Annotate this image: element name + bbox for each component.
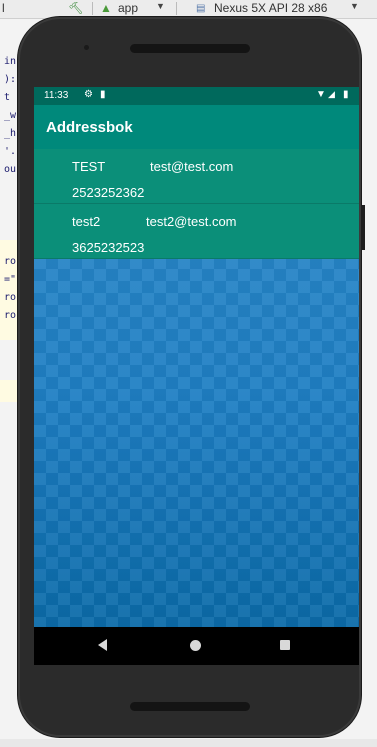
android-icon: ▲	[100, 1, 112, 15]
wifi-icon: ▼	[316, 89, 326, 100]
code-line: ro	[4, 310, 17, 321]
contact-phone: 3625232523	[72, 240, 145, 255]
device-icon: ▤	[196, 3, 206, 14]
navigation-bar	[34, 627, 359, 665]
run-config-dropdown-icon[interactable]: ▼	[156, 1, 165, 11]
battery-icon: ▮	[343, 89, 349, 100]
code-line: ou	[4, 164, 17, 175]
code-line: ="	[4, 274, 17, 285]
back-icon[interactable]	[98, 639, 107, 651]
contact-name: test2	[72, 214, 101, 229]
code-line: ro	[4, 292, 17, 303]
list-item[interactable]: TEST test@test.com 2523252362	[34, 149, 359, 204]
toolbar-divider	[92, 2, 93, 15]
status-bar: 11:33 ⚙ ▮ ▼ ◢ ▮	[34, 87, 359, 105]
status-time: 11:33	[44, 90, 69, 101]
power-button[interactable]	[361, 205, 365, 250]
code-line: '.	[4, 146, 17, 157]
contact-name: TEST	[72, 159, 106, 174]
speaker-grille	[130, 44, 250, 53]
toolbar-divider	[176, 2, 177, 15]
code-line: in	[4, 56, 17, 67]
code-line: t	[4, 92, 11, 103]
toolbar-left-fragment: l	[2, 1, 5, 15]
sd-card-icon: ▮	[100, 89, 106, 100]
device-dropdown-icon[interactable]: ▼	[350, 1, 359, 11]
code-line: ):	[4, 74, 17, 85]
speaker-grille	[130, 702, 250, 711]
contact-email: test2@test.com	[146, 214, 237, 229]
code-editor-fragment: in ): t _w _h '. ou ro =" ro ro	[0, 28, 20, 428]
signal-icon: ◢	[328, 89, 335, 99]
contact-email: test@test.com	[150, 159, 234, 174]
hammer-icon[interactable]: 🔨︎	[68, 1, 83, 16]
code-line: _w	[4, 110, 17, 121]
device-select[interactable]: Nexus 5X API 28 x86	[214, 1, 327, 16]
emulator-screen: 11:33 ⚙ ▮ ▼ ◢ ▮ Addressbok TEST test@tes…	[34, 87, 359, 665]
app-bar: Addressbok	[34, 105, 359, 149]
contact-list: TEST test@test.com 2523252362 test2 test…	[34, 149, 359, 627]
code-line: _h	[4, 128, 17, 139]
list-item[interactable]: test2 test2@test.com 3625232523	[34, 204, 359, 259]
run-config-select[interactable]: app	[118, 1, 138, 16]
contact-phone: 2523252362	[72, 185, 145, 200]
home-icon[interactable]	[190, 640, 201, 651]
recents-icon[interactable]	[280, 640, 290, 650]
ide-status-strip	[0, 739, 377, 747]
code-line: ro	[4, 256, 17, 267]
gear-icon: ⚙	[84, 89, 93, 100]
camera-icon	[84, 45, 89, 50]
app-title: Addressbok	[46, 119, 133, 136]
